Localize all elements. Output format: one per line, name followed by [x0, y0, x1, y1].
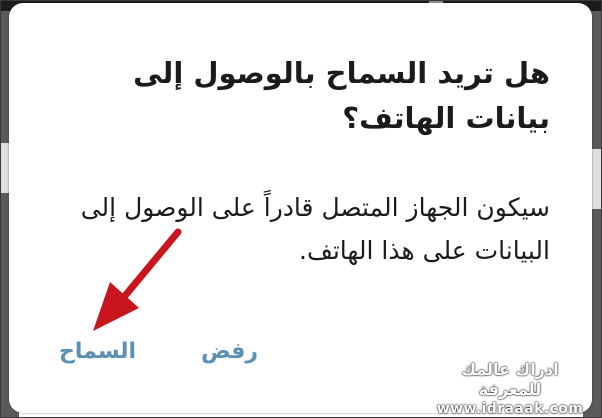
watermark-title: ادراك عالمك للمعرفة [461, 360, 559, 399]
red-arrow-icon [93, 228, 182, 331]
watermark-url: www.idraaak.com [436, 401, 584, 417]
screenshot-frame: هل تريد السماح بالوصول إلى بيانات الهاتف… [0, 0, 602, 418]
watermark: ادراك عالمك للمعرفة www.idraaak.com [435, 360, 585, 417]
